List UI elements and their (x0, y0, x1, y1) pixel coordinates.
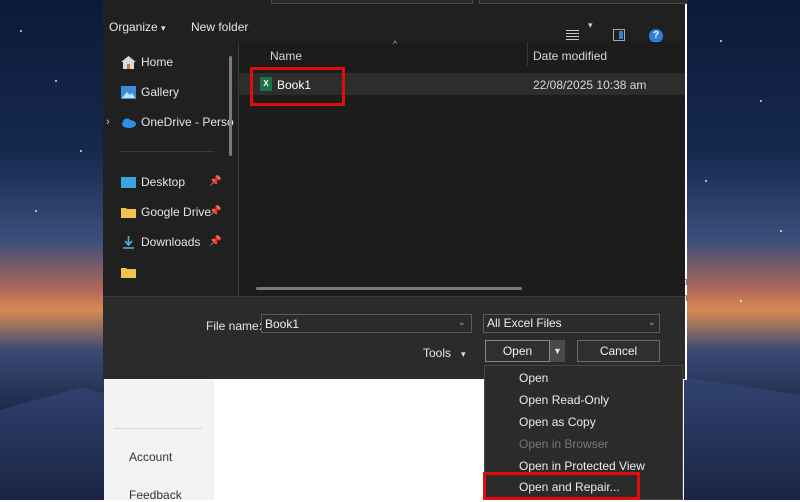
sort-ascending-icon: ^ (393, 39, 398, 49)
navigation-pane: Home Gallery › OneDrive - Perso Desktop … (103, 42, 238, 296)
organize-menu[interactable]: Organize ▾ (109, 20, 166, 34)
view-options-icon[interactable] (566, 30, 579, 41)
highlight-box (483, 472, 640, 500)
chevron-right-icon[interactable]: › (106, 116, 110, 128)
horizontal-scrollbar[interactable] (256, 287, 522, 290)
view-caret[interactable]: ▾ (588, 20, 593, 31)
help-icon[interactable]: ? (649, 29, 663, 43)
dialog-toolbar: Organize ▾ New folder ▾ ? (103, 12, 685, 43)
file-type-select[interactable]: All Excel Files (483, 314, 660, 333)
nav-item-folder[interactable] (121, 262, 141, 282)
open-file-dialog: Organize ▾ New folder ▾ ? Home Gallery ›… (103, 0, 687, 379)
menu-item-open-in-browser: Open in Browser (519, 437, 609, 451)
search-box[interactable] (479, 0, 687, 4)
pin-icon: 📌 (209, 176, 222, 187)
folder-icon (121, 267, 136, 278)
folder-icon (121, 207, 136, 218)
column-header-name[interactable]: Name (270, 49, 302, 63)
nav-label: OneDrive - Perso (141, 115, 234, 129)
onedrive-icon (122, 118, 136, 128)
nav-label: Desktop (141, 175, 186, 189)
chevron-down-icon[interactable]: ⌄ (458, 317, 466, 328)
download-icon (123, 235, 134, 249)
menu-item-open[interactable]: Open (519, 371, 548, 385)
cancel-button[interactable]: Cancel (577, 340, 660, 362)
open-options-dropdown[interactable]: ▼ (550, 340, 565, 362)
file-name-field[interactable] (261, 314, 472, 333)
file-name-label: File name: (206, 319, 263, 333)
nav-divider (119, 151, 214, 152)
new-folder-button[interactable]: New folder (191, 20, 248, 34)
nav-item-onedrive[interactable]: OneDrive - Perso (121, 112, 234, 132)
nav-item-downloads[interactable]: Downloads (121, 232, 200, 252)
file-date: 22/08/2025 10:38 am (533, 78, 647, 92)
column-separator[interactable] (527, 42, 528, 66)
backstage-divider (114, 428, 202, 429)
nav-item-home[interactable]: Home (121, 52, 173, 72)
nav-item-google-drive[interactable]: Google Drive (121, 202, 211, 222)
nav-label: Google Drive (141, 205, 212, 219)
preview-pane-icon[interactable] (613, 29, 625, 41)
backstage-account[interactable]: Account (129, 450, 172, 464)
nav-item-desktop[interactable]: Desktop (121, 172, 185, 192)
nav-scrollbar[interactable] (229, 56, 232, 156)
menu-item-open-protected-view[interactable]: Open in Protected View (519, 459, 645, 473)
pin-icon: 📌 (209, 236, 222, 247)
menu-item-open-as-copy[interactable]: Open as Copy (519, 415, 596, 429)
nav-label: Home (141, 55, 174, 69)
gallery-icon (121, 85, 136, 99)
column-header-date-modified[interactable]: Date modified (533, 49, 607, 63)
highlight-box (250, 67, 345, 106)
address-bar[interactable] (271, 0, 473, 4)
desktop-icon (121, 176, 136, 188)
nav-item-gallery[interactable]: Gallery (121, 82, 179, 102)
nav-label: Gallery (141, 85, 180, 99)
nav-label: Downloads (141, 235, 201, 249)
open-button[interactable]: Open (485, 340, 550, 362)
pin-icon: 📌 (209, 206, 222, 217)
tools-menu[interactable]: Tools ▾ (423, 346, 466, 360)
menu-item-open-read-only[interactable]: Open Read-Only (519, 393, 609, 407)
home-icon (121, 55, 136, 69)
chevron-down-icon[interactable]: ⌄ (648, 317, 656, 328)
